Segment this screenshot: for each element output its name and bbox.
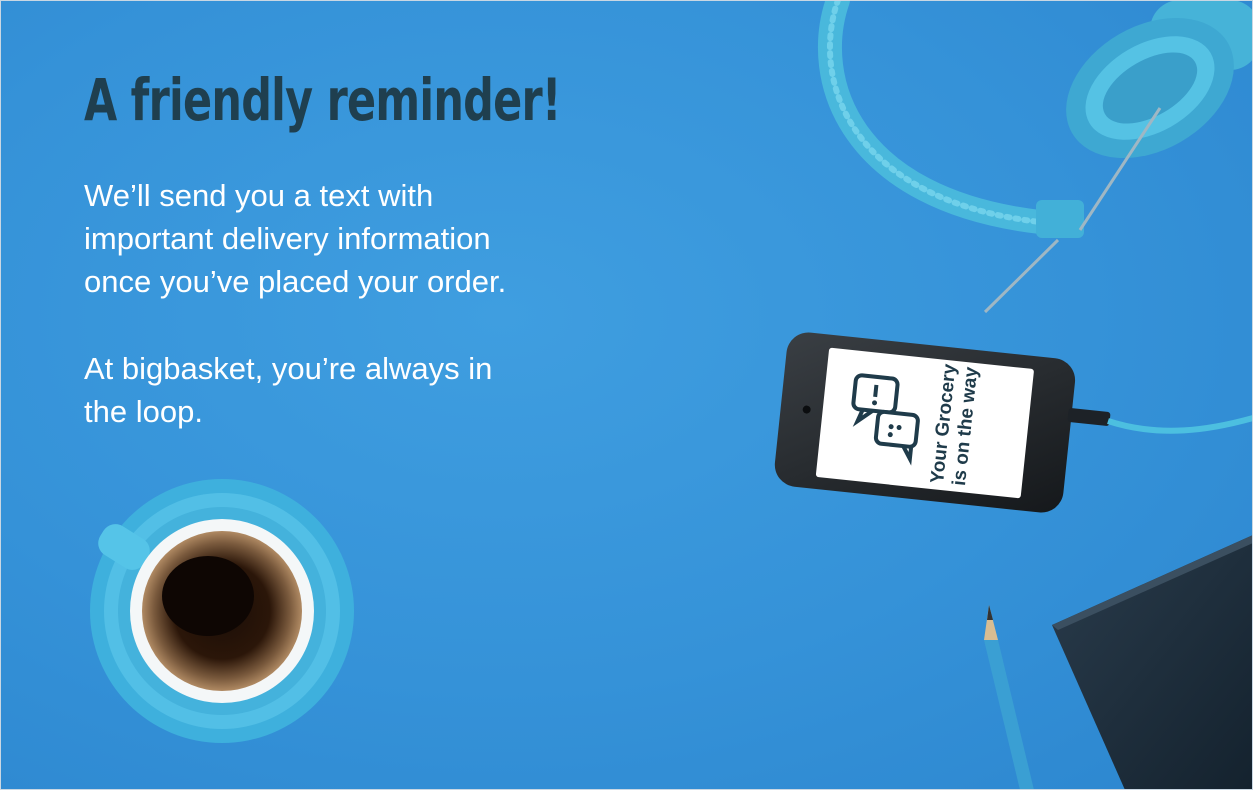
delivery-reminder-banner: Your Grocery is on the way A friendly re… [0,0,1253,790]
pencil [984,605,1034,790]
notebook [1052,535,1253,790]
coffee-cup [90,479,354,743]
headphones [817,0,1253,314]
smartphone [774,332,1253,513]
headline: A friendly reminder! [84,66,562,134]
loop-paragraph: At bigbasket, you’re always in the loop. [84,351,493,429]
reminder-paragraph: We’ll send you a text with important del… [84,178,507,299]
